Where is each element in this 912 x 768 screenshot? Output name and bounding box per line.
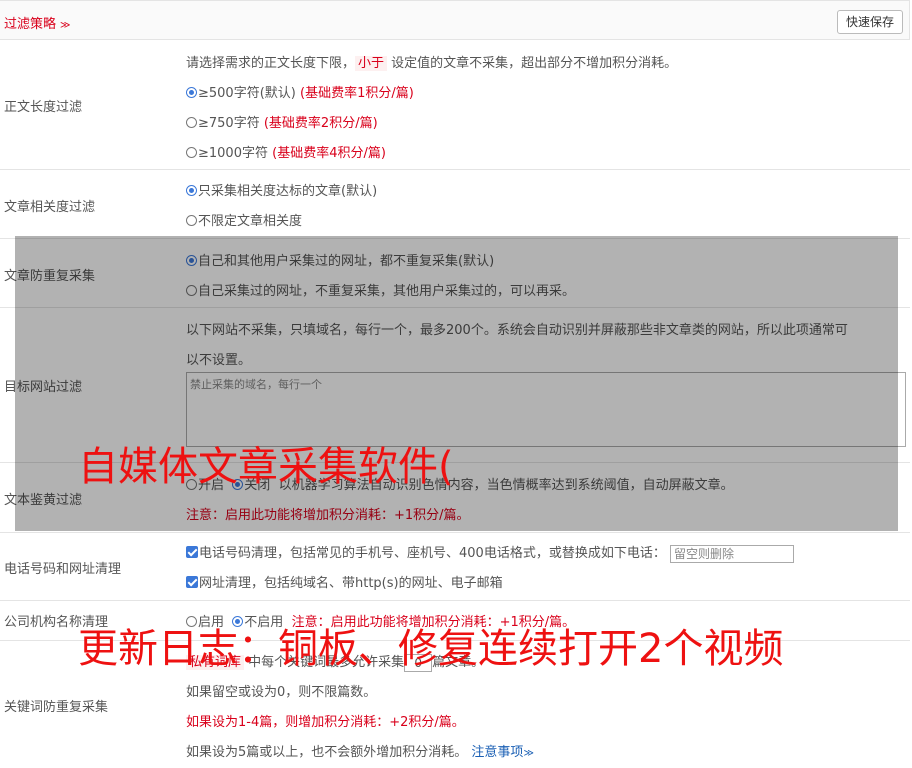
keyword-line-3: 如果设为1-4篇，则增加积分消耗：+2积分/篇。 [186,715,465,730]
relevance-option-qualified[interactable]: 只采集相关度达标的文章(默认) [186,180,377,199]
option-text: ≥500字符(默认) [198,86,296,101]
section-title[interactable]: 过滤策略 ≫ [4,13,70,32]
option-fee: (基础费率1积分/篇) [300,86,414,101]
replacement-phone-input[interactable]: 留空则删除 [669,544,794,563]
radio-icon[interactable] [186,117,197,128]
length-filter-desc: 请选择需求的正文长度下限， 小于 设定值的文章不采集，超出部分不增加积分消耗。 [186,52,677,71]
watermark-text-1: 自媒体文章采集软件( [78,444,454,490]
length-desc-post: 设定值的文章不采集，超出部分不增加积分消耗。 [391,56,678,71]
keyword-line-4-text: 如果设为5篇或以上，也不会额外增加积分消耗。 [186,745,468,760]
notes-link-text: 注意事项 [471,745,524,760]
checkbox-checked-icon[interactable] [186,546,198,558]
relevance-option-unlimited[interactable]: 不限定文章相关度 [186,210,302,229]
length-filter-label: 正文长度过滤 [4,100,83,115]
length-option-1000[interactable]: ≥1000字符 (基础费率4积分/篇) [186,142,386,161]
radio-selected-icon[interactable] [186,87,197,98]
checkbox-checked-icon[interactable] [186,576,198,588]
option-text: ≥1000字符 [198,146,268,161]
watermark-text-2: 更新日志：铜板、修复连续打开2个视频 [78,626,784,672]
filter-policy-header: 过滤策略 ≫ 快速保存 [0,0,910,40]
section-title-text: 过滤策略 [4,17,57,32]
chevron-down-icon: ≫ [523,748,534,759]
option-text: ≥750字符 [198,116,260,131]
notes-link[interactable]: 注意事项≫ [471,745,533,760]
length-filter-row: 正文长度过滤 请选择需求的正文长度下限， 小于 设定值的文章不采集，超出部分不增加… [0,40,910,170]
url-clean-option[interactable]: 网址清理，包括纯域名、带http(s)的网址、电子邮箱 [186,572,503,591]
radio-selected-icon[interactable] [186,185,197,196]
relevance-filter-label: 文章相关度过滤 [4,200,96,215]
url-clean-text: 网址清理，包括纯域名、带http(s)的网址、电子邮箱 [199,576,503,591]
phone-url-label: 电话号码和网址清理 [4,562,122,577]
chevron-down-icon: ≫ [60,20,71,31]
option-text: 不限定文章相关度 [198,214,303,229]
keyword-line-4: 如果设为5篇或以上，也不会额外增加积分消耗。 注意事项≫ [186,741,534,760]
length-desc-highlight: 小于 [355,56,388,71]
relevance-filter-row: 文章相关度过滤 只采集相关度达标的文章(默认) 不限定文章相关度 [0,170,910,239]
length-desc-pre: 请选择需求的正文长度下限， [186,56,356,71]
phone-clean-option[interactable]: 电话号码清理，包括常见的手机号、座机号、400电话格式，或替换成如下电话： 留空… [186,542,794,563]
keyword-line-2: 如果留空或设为0，则不限篇数。 [186,685,377,700]
quick-save-button[interactable]: 快速保存 [836,10,903,34]
option-fee: (基础费率2积分/篇) [263,116,378,131]
length-option-500[interactable]: ≥500字符(默认) (基础费率1积分/篇) [186,82,414,101]
option-text: 只采集相关度达标的文章(默认) [198,184,378,199]
radio-icon[interactable] [186,147,197,158]
keyword-dedupe-label: 关键词防重复采集 [4,700,109,715]
phone-clean-text: 电话号码清理，包括常见的手机号、座机号、400电话格式，或替换成如下电话： [199,546,666,561]
phone-url-row: 电话号码和网址清理 电话号码清理，包括常见的手机号、座机号、400电话格式，或替… [0,533,910,601]
option-fee: (基础费率4积分/篇) [272,146,386,161]
radio-icon[interactable] [186,215,197,226]
length-option-750[interactable]: ≥750字符 (基础费率2积分/篇) [186,112,378,131]
